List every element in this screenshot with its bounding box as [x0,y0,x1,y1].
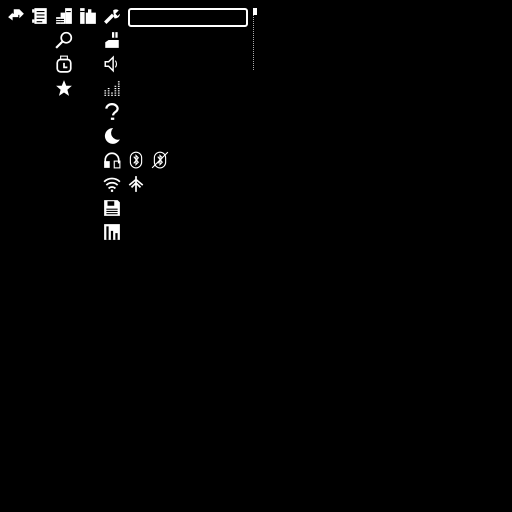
moon-icon[interactable] [103,127,121,145]
scrollbar[interactable] [253,8,256,70]
stopwatch-icon[interactable] [55,55,73,73]
wrench-icon[interactable] [103,7,121,25]
floppy-disk-icon[interactable] [103,199,121,217]
books-icon[interactable] [79,7,97,25]
bar-chart-icon[interactable] [103,223,121,241]
help-icon[interactable] [103,103,121,121]
search-input[interactable] [128,8,248,27]
bluetooth-off-icon[interactable] [151,151,169,169]
rabbit-icon[interactable] [103,31,121,49]
swap-icon[interactable] [7,7,25,25]
wifi-icon[interactable] [103,175,121,193]
equalizer-icon[interactable] [103,79,121,97]
stats-icon[interactable] [55,7,73,25]
speaker-icon[interactable] [103,55,121,73]
magnifier-icon[interactable] [55,31,73,49]
headphones-icon[interactable] [103,151,121,169]
antenna-icon[interactable] [127,175,145,193]
star-icon[interactable] [55,79,73,97]
bluetooth-icon[interactable] [127,151,145,169]
document-icon[interactable] [31,7,49,25]
scrollbar-thumb[interactable] [253,8,257,15]
